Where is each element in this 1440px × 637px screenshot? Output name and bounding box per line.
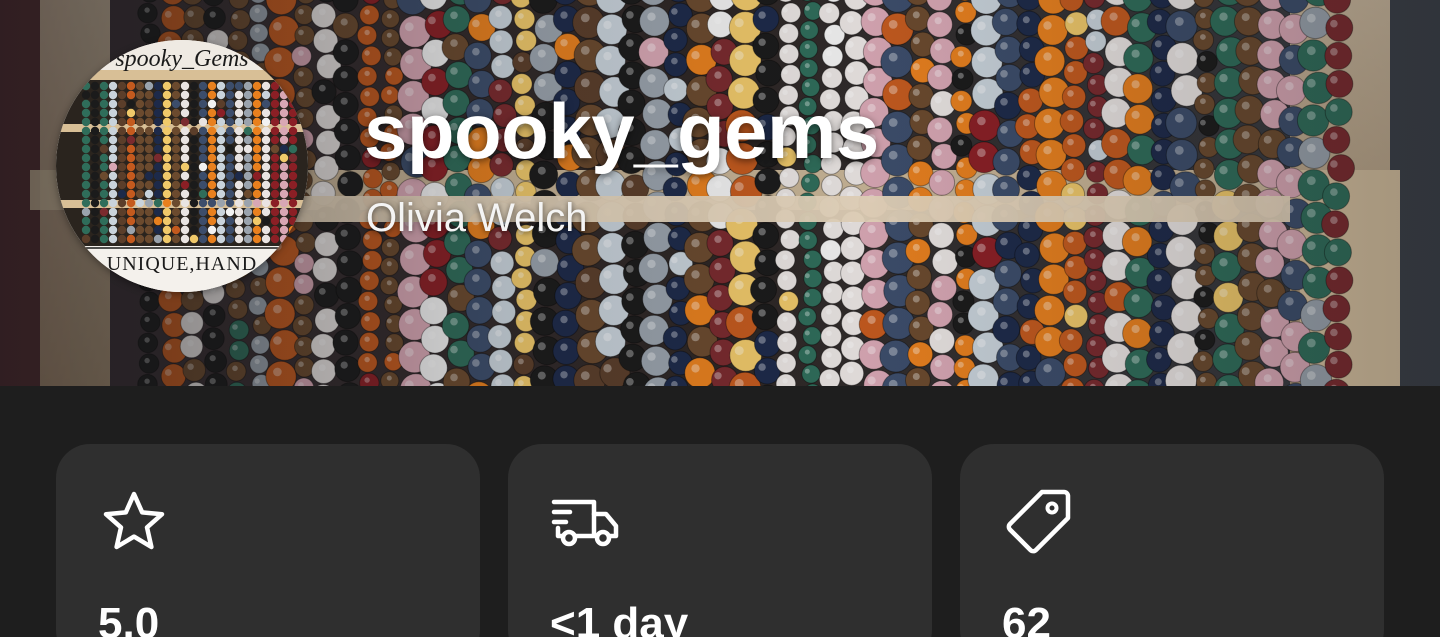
star-icon: [103, 491, 165, 550]
shop-screen: spooky_Gems UNIQUE,HAND spooky_gems Oliv…: [0, 0, 1440, 637]
shop-name: spooky_gems: [364, 87, 879, 175]
avatar-tagline-text: UNIQUE,HAND: [107, 253, 257, 275]
sales-card[interactable]: 62: [960, 444, 1384, 637]
rating-value: 5.0: [98, 599, 160, 637]
dispatch-time-card[interactable]: <1 day: [508, 444, 932, 637]
avatar-logo-text: spooky_Gems: [115, 46, 248, 72]
shop-owner-name: Olivia Welch: [366, 196, 588, 240]
price-tag-icon: [1006, 489, 1071, 554]
shop-avatar[interactable]: spooky_Gems UNIQUE,HAND: [56, 40, 308, 292]
sales-count-value: 62: [1002, 599, 1051, 637]
rating-card[interactable]: 5.0: [56, 444, 480, 637]
shop-stats: 5.0 <1 day 62: [56, 444, 1384, 637]
delivery-truck-icon: [551, 499, 619, 547]
dispatch-time-value: <1 day: [550, 599, 689, 637]
